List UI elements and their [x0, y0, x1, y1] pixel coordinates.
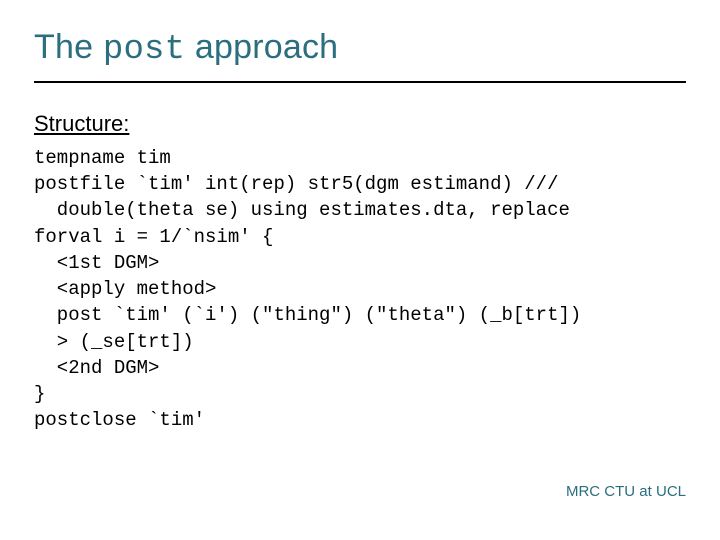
title-underline — [34, 81, 686, 83]
slide-title: The post approach — [34, 28, 686, 69]
title-code: post — [103, 31, 185, 69]
footer-attribution: MRC CTU at UCL — [566, 483, 686, 500]
section-label: Structure: — [34, 111, 686, 137]
title-pre: The — [34, 28, 103, 66]
slide: The post approach Structure: tempname ti… — [0, 0, 720, 540]
title-post: approach — [185, 28, 338, 66]
code-block: tempname tim postfile `tim' int(rep) str… — [34, 145, 686, 433]
